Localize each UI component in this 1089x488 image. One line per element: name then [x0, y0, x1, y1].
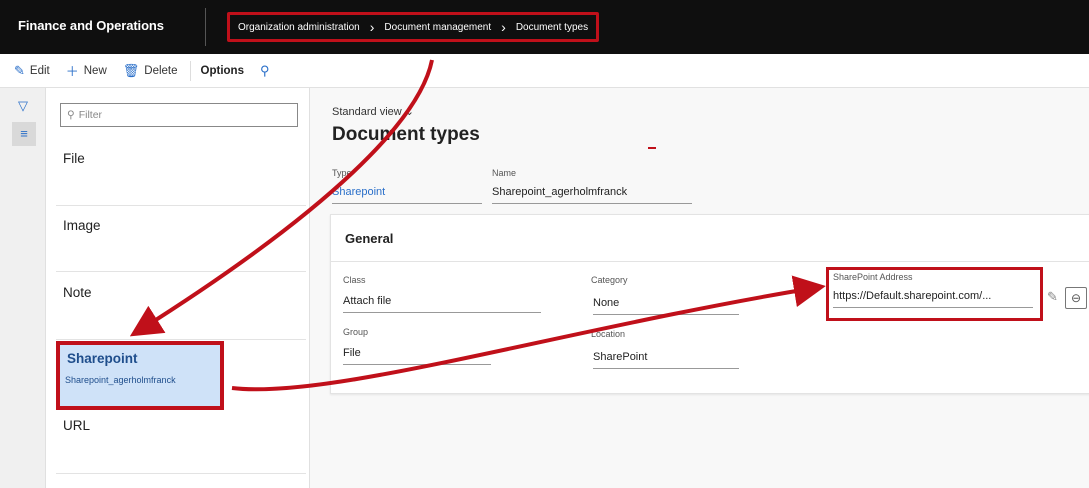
- class-field[interactable]: Attach file: [343, 295, 541, 313]
- breadcrumb-item-document-types[interactable]: Document types: [516, 22, 588, 33]
- filter-placeholder: Filter: [78, 109, 103, 121]
- location-field[interactable]: SharePoint: [593, 351, 739, 369]
- new-label: New: [83, 64, 107, 77]
- list-item[interactable]: URL: [56, 410, 306, 474]
- filter-input[interactable]: ⚲ Filter: [60, 103, 298, 127]
- options-button[interactable]: Options: [201, 65, 244, 77]
- edit-label: Edit: [29, 64, 50, 77]
- filter-funnel-icon[interactable]: ▽: [18, 98, 28, 114]
- pencil-icon[interactable]: ✎: [1047, 289, 1058, 305]
- left-rail: ▽ ≡: [0, 88, 46, 488]
- minus-circle-icon[interactable]: ⊖: [1065, 287, 1087, 309]
- type-field[interactable]: Sharepoint: [332, 186, 482, 204]
- list-pane: ⚲ Filter File Image Note Sharepoint Shar…: [46, 88, 310, 488]
- top-bar: Finance and Operations Organization admi…: [0, 0, 1089, 54]
- name-label: Name: [492, 168, 517, 178]
- delete-label: Delete: [144, 64, 178, 77]
- chevron-right-icon: ›: [369, 19, 375, 35]
- list-item-selected[interactable]: Sharepoint Sharepoint_agerholmfranck: [56, 341, 224, 410]
- list-item-title: Note: [63, 285, 92, 300]
- edit-button[interactable]: ✎ Edit: [14, 63, 50, 79]
- details-pane: Standard view ⌄ Document types Type Shar…: [310, 88, 1089, 488]
- view-selector[interactable]: Standard view ⌄: [332, 105, 414, 118]
- general-section: General Class Attach file Category None …: [330, 214, 1089, 394]
- list-item-title: File: [63, 151, 85, 166]
- search-icon: ⚲: [259, 62, 270, 78]
- sharepoint-address-field[interactable]: https://Default.sharepoint.com/...: [833, 290, 1033, 308]
- topbar-divider: [205, 8, 206, 46]
- breadcrumb-item-organization-administration[interactable]: Organization administration: [238, 22, 360, 33]
- general-section-header[interactable]: General: [345, 231, 393, 246]
- plus-icon: ＋: [65, 64, 79, 79]
- chevron-down-icon: ⌄: [404, 106, 414, 118]
- section-divider: [331, 261, 1089, 262]
- new-button[interactable]: ＋ New: [66, 61, 107, 80]
- group-field[interactable]: File: [343, 347, 491, 365]
- category-field[interactable]: None: [593, 297, 739, 315]
- search-button[interactable]: ⚲: [260, 63, 270, 79]
- search-icon: ⚲: [67, 109, 75, 121]
- sharepoint-address-highlight: SharePoint Address https://Default.share…: [826, 267, 1043, 321]
- delete-button[interactable]: 🗑 Delete: [123, 63, 178, 79]
- action-divider: [189, 60, 191, 81]
- page-title: Document types: [332, 124, 480, 145]
- sharepoint-address-label: SharePoint Address: [833, 272, 913, 282]
- group-label: Group: [343, 327, 369, 337]
- pencil-icon: ✎: [14, 62, 25, 78]
- list-item[interactable]: File: [56, 136, 306, 206]
- app-title[interactable]: Finance and Operations: [18, 18, 164, 33]
- annotation-mark: [648, 147, 656, 149]
- list-item-title: URL: [63, 418, 91, 433]
- list-view-icon[interactable]: ≡: [12, 122, 36, 146]
- list-item-title: Sharepoint: [67, 351, 138, 366]
- category-label: Category: [591, 275, 628, 285]
- list-item-title: Image: [63, 218, 101, 233]
- name-field[interactable]: Sharepoint_agerholmfranck: [492, 186, 692, 204]
- chevron-right-icon: ›: [501, 19, 506, 35]
- breadcrumb-item-document-management[interactable]: Document management: [384, 22, 491, 33]
- list-item-subtitle: Sharepoint_agerholmfranck: [65, 375, 176, 385]
- breadcrumb: Organization administration › Document m…: [227, 12, 600, 42]
- view-selector-label: Standard view: [332, 106, 402, 118]
- list-item[interactable]: Image: [56, 206, 306, 272]
- type-label: Type: [332, 168, 352, 178]
- list-item[interactable]: Note: [56, 272, 306, 340]
- class-label: Class: [343, 275, 366, 285]
- trash-icon: 🗑: [122, 62, 140, 78]
- location-label: Location: [591, 329, 626, 339]
- action-bar: ✎ Edit ＋ New 🗑 Delete Options ⚲: [0, 54, 1089, 88]
